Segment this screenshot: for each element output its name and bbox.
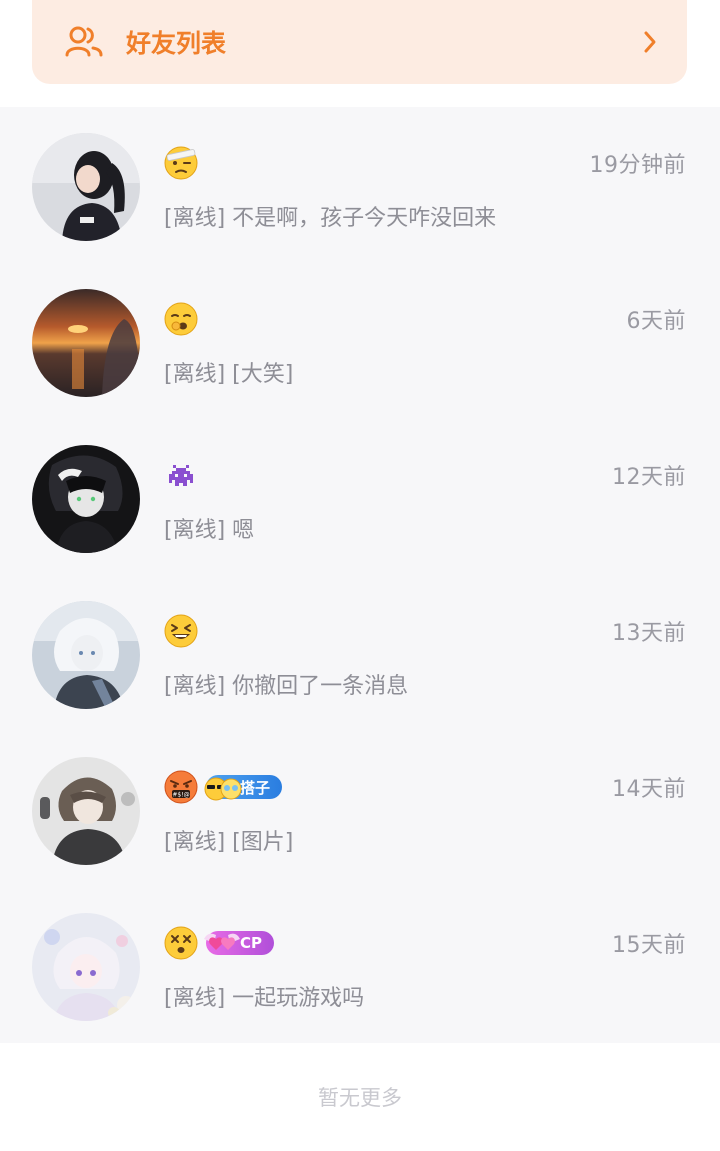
bandage-face-emoji [164,146,198,180]
chat-preview: [离线] 一起玩游戏吗 [164,986,365,1011]
chat-preview: [离线] 你撤回了一条消息 [164,674,409,699]
yawning-face-emoji [164,302,198,336]
sunglasses-emoji-pair-icon [204,777,242,801]
chevron-right-icon [644,31,656,53]
chat-time: 12天前 [612,465,686,490]
no-more-text: 暂无更多 [318,1086,402,1110]
list-end-footer: 暂无更多 [0,1043,720,1151]
chat-preview: [离线] [图片] [164,830,294,855]
dizzy-face-emoji [164,926,198,960]
winged-hearts-icon [204,933,240,950]
avatar[interactable] [32,133,140,241]
chat-preview: [离线] [大笑] [164,362,294,387]
avatar[interactable] [32,913,140,1021]
chat-preview: [离线] 嗯 [164,518,255,543]
avatar[interactable] [32,289,140,397]
chat-preview: [离线] 不是啊，孩子今天咋没回来 [164,206,497,231]
chat-row[interactable]: CP 15天前 [离线] 一起玩游戏吗 [0,887,720,1043]
chat-time: 19分钟前 [589,153,686,178]
friends-list-entry[interactable]: 好友列表 [32,0,687,84]
chat-row[interactable]: #$!@ 搭子 14天前 [离线] [图片] [0,731,720,887]
avatar[interactable] [32,757,140,865]
chat-time: 15天前 [612,933,686,958]
friends-icon [65,26,103,57]
badge-label: 搭子 [240,778,271,797]
chat-time: 13天前 [612,621,686,646]
relationship-badge: CP [204,931,275,955]
friends-list-label: 好友列表 [126,29,227,58]
avatar[interactable] [32,445,140,553]
chat-time: 14天前 [612,777,686,802]
chat-row[interactable]: 6天前 [离线] [大笑] [0,263,720,419]
space-invader-emoji [169,465,193,486]
cursing-face-emoji: #$!@ [164,770,198,804]
chat-list[interactable]: 19分钟前 [离线] 不是啊，孩子今天咋没回来 6天前 [离线] [大笑] 12… [0,107,720,1043]
svg-text:#$!@: #$!@ [172,792,189,799]
relationship-badge: 搭子 [204,775,283,801]
chat-time: 6天前 [626,309,686,334]
chat-row[interactable]: 13天前 [离线] 你撤回了一条消息 [0,575,720,731]
chat-row[interactable]: 12天前 [离线] 嗯 [0,419,720,575]
chat-row[interactable]: 19分钟前 [离线] 不是啊，孩子今天咋没回来 [0,107,720,263]
grinning-squinting-emoji [164,614,198,648]
avatar[interactable] [32,601,140,709]
badge-label: CP [240,934,263,952]
